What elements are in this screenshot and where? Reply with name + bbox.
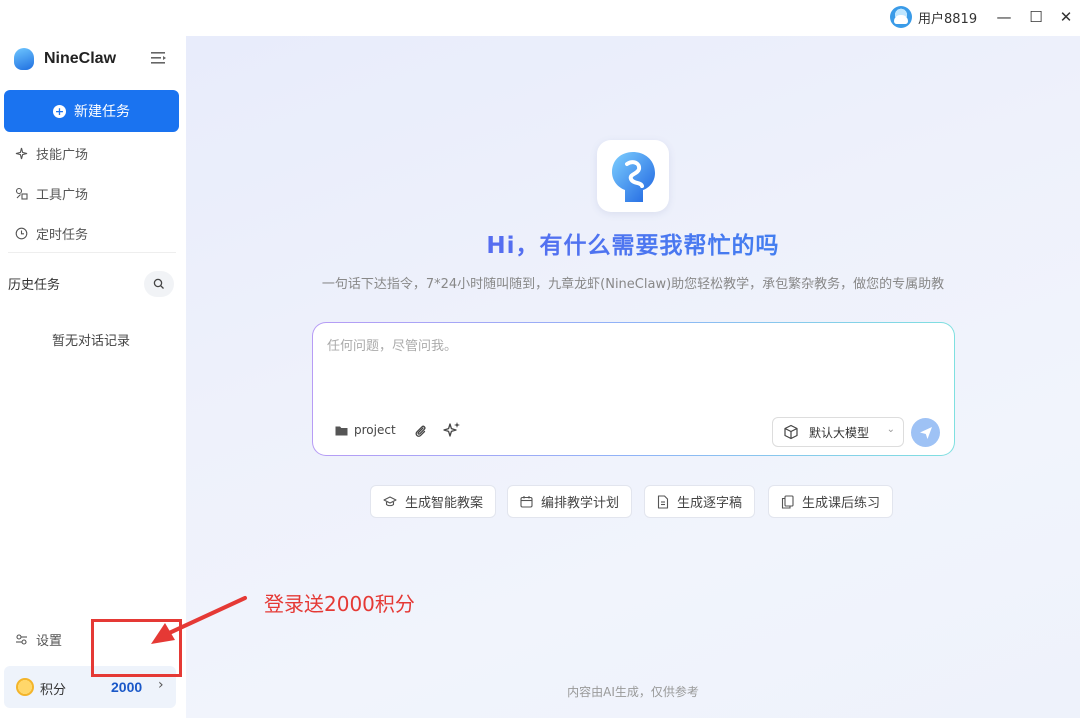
divider	[8, 252, 176, 253]
hero-logo-icon	[597, 140, 669, 212]
project-button[interactable]: project	[335, 423, 396, 437]
prompt-input-box[interactable]: 任何问题，尽管问我。 project 默认大模型 ⌄	[312, 322, 955, 456]
nav-item-label: 技能广场	[36, 147, 89, 163]
search-icon	[153, 278, 164, 289]
app-name: NineClaw	[44, 50, 117, 67]
ai-disclaimer: 内容由AI生成，仅供参考	[567, 685, 699, 699]
send-button[interactable]	[911, 418, 940, 447]
new-task-button[interactable]: + 新建任务	[4, 90, 179, 132]
avatar	[890, 6, 912, 28]
nav-item-skills[interactable]: 技能广场	[14, 142, 88, 164]
maximize-button[interactable]: ☐	[1024, 6, 1048, 28]
clock-icon	[14, 226, 28, 240]
quick-action-exercises[interactable]: 生成课后练习	[768, 485, 894, 518]
sparkle-icon	[14, 146, 28, 160]
send-icon	[919, 426, 932, 439]
empty-history-text: 暂无对话记录	[51, 334, 130, 349]
points-value: 2000	[111, 679, 143, 695]
quick-action-label: 编排教学计划	[541, 496, 620, 511]
chevron-down-icon: ⌄	[886, 424, 895, 435]
history-search-button[interactable]	[144, 271, 174, 297]
minimize-button[interactable]: —	[992, 6, 1016, 28]
hero-title: Hi，有什么需要我帮忙的吗	[186, 226, 1080, 260]
nav-item-label: 工具广场	[36, 187, 89, 203]
annotation-highlight-box	[91, 619, 182, 677]
nav-item-scheduled[interactable]: 定时任务	[14, 222, 88, 244]
tools-icon	[14, 186, 28, 200]
user-menu[interactable]: 用户8819	[890, 6, 977, 28]
nav-item-tools[interactable]: 工具广场	[14, 182, 88, 204]
brand: NineClaw	[14, 48, 116, 70]
nav-item-label: 定时任务	[36, 227, 89, 243]
quick-action-label: 生成课后练习	[802, 496, 881, 511]
annotation-text: 登录送2000积分	[264, 592, 415, 616]
app-logo-icon	[14, 48, 34, 70]
model-select-label: 默认大模型	[809, 425, 870, 440]
chevron-right-icon: ›	[158, 677, 164, 693]
quick-action-transcript[interactable]: 生成逐字稿	[644, 485, 756, 518]
calendar-icon	[520, 496, 533, 508]
plus-icon: +	[53, 104, 66, 118]
quick-action-label: 生成智能教案	[405, 496, 484, 511]
quick-action-label: 生成逐字稿	[677, 496, 743, 511]
collapse-sidebar-icon[interactable]	[150, 50, 168, 66]
document-icon	[657, 494, 669, 509]
cube-icon	[784, 424, 798, 440]
new-task-label: 新建任务	[74, 104, 130, 120]
history-title: 历史任务	[8, 278, 61, 293]
hero-subtitle: 一句话下达指令，7*24小时随叫随到，九章龙虾(NineClaw)助您轻松教学，…	[321, 277, 945, 292]
model-select[interactable]: 默认大模型 ⌄	[772, 417, 904, 447]
prompt-input[interactable]: 任何问题，尽管问我。	[327, 335, 457, 354]
magic-sparkle-icon[interactable]	[443, 421, 461, 442]
settings-icon	[14, 633, 28, 647]
project-label: project	[354, 423, 396, 437]
graduation-cap-icon	[383, 495, 397, 506]
attach-icon[interactable]	[413, 423, 427, 442]
close-button[interactable]: ✕	[1054, 6, 1078, 28]
username: 用户8819	[918, 11, 978, 27]
settings-label: 设置	[36, 634, 63, 649]
copy-icon	[781, 494, 794, 509]
points-label: 积分	[40, 683, 67, 698]
folder-icon	[335, 426, 348, 435]
quick-action-teaching-plan[interactable]: 编排教学计划	[507, 485, 633, 518]
coin-icon	[16, 678, 34, 696]
settings-button[interactable]: 设置	[14, 630, 62, 649]
quick-action-lesson-plan[interactable]: 生成智能教案	[370, 485, 497, 518]
title-bar: 用户8819 — ☐ ✕	[0, 0, 1080, 36]
